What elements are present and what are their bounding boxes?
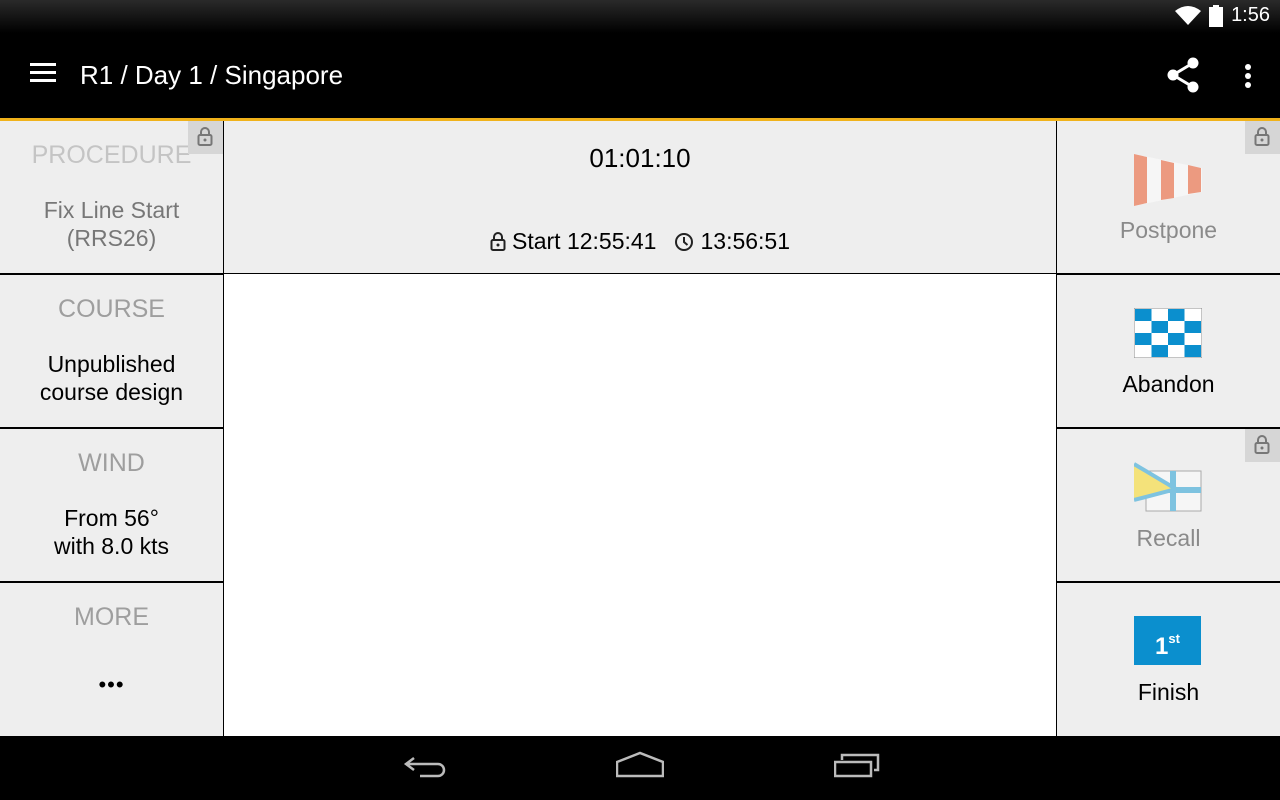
more-dots-icon: ••• (98, 672, 125, 697)
postpone-label: Postpone (1119, 217, 1218, 243)
recall-button[interactable]: Recall (1057, 429, 1280, 581)
finish-flag-icon: 1st (1134, 616, 1201, 665)
status-bar: 1:56 (0, 0, 1280, 33)
lock-icon (1254, 435, 1270, 454)
hamburger-menu-icon[interactable] (30, 63, 56, 85)
home-icon[interactable] (616, 750, 664, 786)
wind-value-line1: From 56° (64, 505, 159, 531)
status-time: 1:56 (1231, 4, 1270, 26)
wifi-icon (1175, 5, 1202, 25)
share-icon[interactable] (1164, 55, 1204, 95)
recall-flag-icon (1134, 462, 1202, 512)
abandon-button[interactable]: Abandon (1057, 275, 1280, 427)
lock-icon (197, 127, 213, 146)
lock-button[interactable] (1245, 121, 1280, 154)
back-icon[interactable] (402, 750, 448, 786)
abandon-label: Abandon (1122, 371, 1215, 397)
finish-flag-suffix: st (1168, 631, 1180, 646)
page-title: R1 / Day 1 / Singapore (80, 60, 344, 90)
battery-icon (1209, 4, 1224, 27)
timer-panel: 01:01:10 Start 12:55:41 13:56:51 (224, 121, 1056, 273)
lock-icon (490, 231, 506, 251)
start-time: Start 12:55:41 (511, 228, 657, 254)
course-value-line2: course design (39, 379, 184, 405)
system-nav-bar (0, 736, 1280, 800)
more-heading: MORE (74, 603, 149, 631)
abandon-flag-icon (1134, 308, 1202, 358)
wind-heading: WIND (78, 449, 145, 477)
procedure-value-line1: Fix Line Start (43, 197, 180, 223)
app-bar: R1 / Day 1 / Singapore (0, 33, 1280, 118)
course-value: Unpublished course design (0, 350, 223, 406)
elapsed-timer: 01:01:10 (589, 143, 691, 173)
race-screen: PROCEDURE Fix Line Start (RRS26) COURSE … (0, 121, 1280, 736)
current-time: 13:56:51 (700, 228, 791, 254)
course-heading: COURSE (58, 295, 165, 323)
wind-tile[interactable]: WIND From 56° with 8.0 kts (0, 429, 223, 581)
course-value-line1: Unpublished (47, 351, 176, 377)
procedure-value: Fix Line Start (RRS26) (0, 196, 223, 252)
lock-button[interactable] (188, 121, 223, 154)
recall-label: Recall (1136, 525, 1201, 551)
finish-flag-number: 1 (1155, 633, 1169, 660)
more-tile[interactable]: MORE ••• (0, 583, 223, 736)
timer-details: Start 12:55:41 13:56:51 (224, 228, 1056, 255)
race-content-area (224, 274, 1056, 736)
wind-value-line2: with 8.0 kts (53, 533, 170, 559)
lock-icon (1254, 127, 1270, 146)
clock-icon (675, 232, 694, 251)
finish-label: Finish (1137, 679, 1200, 705)
wind-value: From 56° with 8.0 kts (0, 504, 223, 560)
finish-button[interactable]: 1st Finish (1057, 583, 1280, 736)
procedure-tile[interactable]: PROCEDURE Fix Line Start (RRS26) (0, 121, 223, 273)
procedure-value-line2: (RRS26) (66, 225, 157, 251)
course-tile[interactable]: COURSE Unpublished course design (0, 275, 223, 427)
lock-button[interactable] (1245, 429, 1280, 462)
postpone-flag-icon (1134, 154, 1202, 206)
overflow-menu-icon[interactable] (1236, 61, 1260, 91)
postpone-button[interactable]: Postpone (1057, 121, 1280, 273)
recents-icon[interactable] (834, 750, 880, 786)
